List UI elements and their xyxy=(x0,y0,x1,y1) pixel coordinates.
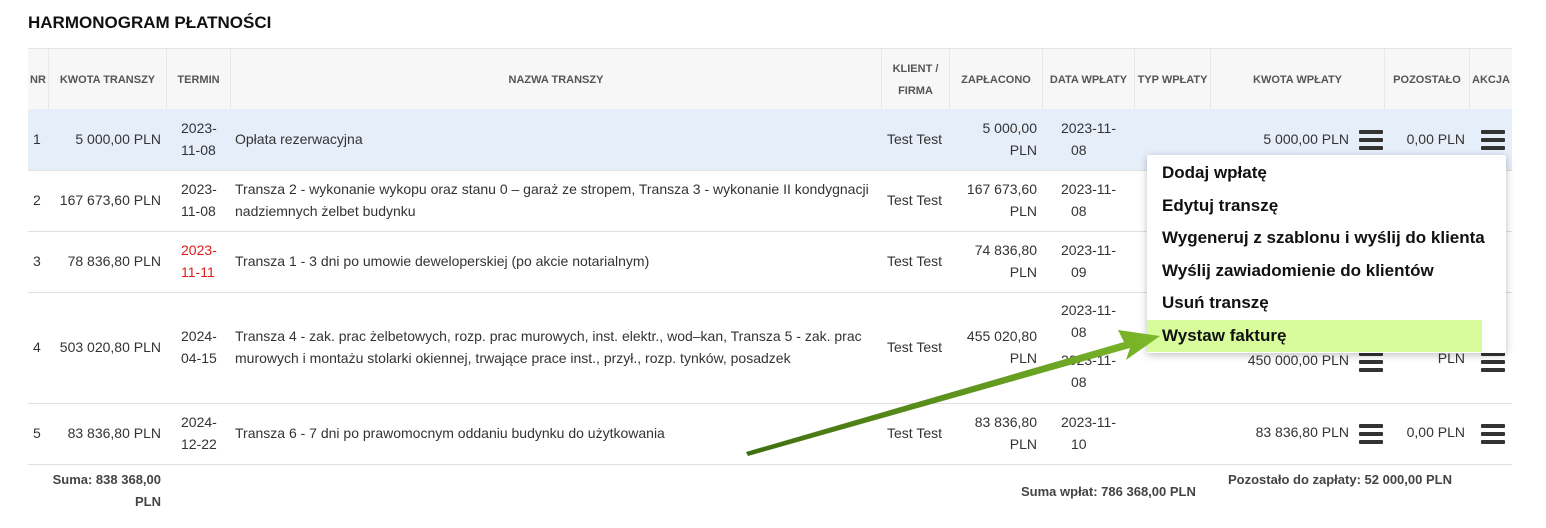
col-pozostalo[interactable]: POZOSTAŁO xyxy=(1385,49,1470,110)
row-nazwa: Transza 6 - 7 dni po prawomocnym oddaniu… xyxy=(235,425,665,441)
row-zaplacono-amount: 167 673,60 xyxy=(966,181,1037,197)
col-kwota-wplaty[interactable]: KWOTA WPŁATY xyxy=(1211,49,1385,110)
row-zaplacono-currency: PLN xyxy=(1009,142,1037,158)
row-kwota-wplaty: 83 836,80 PLN xyxy=(1255,424,1349,440)
row-data2-line2: 08 xyxy=(1071,374,1087,390)
row-termin-line1: 2024- xyxy=(181,328,217,344)
payment-menu-icon[interactable] xyxy=(1359,424,1383,444)
row-klient: Test Test xyxy=(887,339,942,355)
page-title: HARMONOGRAM PŁATNOŚCI xyxy=(28,13,272,32)
col-klient-line1: KLIENT / xyxy=(892,62,939,75)
row-zaplacono-currency: PLN xyxy=(1009,350,1037,366)
menu-item-wystaw-fakture[interactable]: Wystaw fakturę xyxy=(1147,320,1482,352)
row-termin-line2: 04-15 xyxy=(181,350,217,366)
row-kwota: 5 000,00 PLN xyxy=(75,131,161,147)
row-nazwa: Transza 1 - 3 dni po umowie deweloperski… xyxy=(235,253,650,269)
row-kwota: 83 836,80 PLN xyxy=(67,425,161,441)
row-kwota-wplaty: 5 000,00 PLN xyxy=(1263,131,1349,147)
row-termin-overdue-line1: 2023- xyxy=(181,242,217,258)
payment-menu-icon[interactable] xyxy=(1359,130,1383,150)
col-klient[interactable]: KLIENT / FIRMA xyxy=(882,49,950,110)
action-menu-icon[interactable] xyxy=(1481,424,1505,444)
row-nr: 2 xyxy=(33,192,41,208)
menu-item-wygeneruj-z-szablonu[interactable]: Wygeneruj z szablonu i wyślij do klienta xyxy=(1162,228,1485,248)
row-zaplacono-amount: 74 836,80 xyxy=(974,242,1037,258)
col-data-wplaty[interactable]: DATA WPŁATY xyxy=(1043,49,1135,110)
col-akcja: AKCJA xyxy=(1472,73,1510,86)
row-data-line1: 2023-11- xyxy=(1061,302,1117,318)
col-zaplacono[interactable]: ZAPŁACONO xyxy=(950,49,1043,110)
row-nr: 5 xyxy=(33,425,41,441)
row-nazwa: Opłata rezerwacyjna xyxy=(235,131,363,147)
row-zaplacono-amount: 5 000,00 xyxy=(982,120,1038,136)
footer-suma-wplat: Suma wpłat: 786 368,00 PLN xyxy=(1021,484,1196,499)
row-data-line1: 2023-11- xyxy=(1061,181,1117,197)
table-header: NR KWOTA TRANSZY TERMIN NAZWA TRANSZY KL… xyxy=(28,48,1512,111)
row-nr: 4 xyxy=(33,339,41,355)
row-termin-line2: 11-08 xyxy=(181,203,216,219)
row-data-line2: 10 xyxy=(1071,436,1087,452)
col-nazwa-transzy[interactable]: NAZWA TRANSZY xyxy=(231,49,882,110)
row-data-line2: 08 xyxy=(1071,142,1087,158)
row-pozostalo: 0,00 PLN xyxy=(1406,131,1465,147)
payment-menu-icon[interactable] xyxy=(1359,352,1383,372)
action-dropdown-menu: Dodaj wpłatę Edytuj transzę Wygeneruj z … xyxy=(1147,155,1506,353)
row-kwota: 78 836,80 PLN xyxy=(67,253,161,269)
row-klient: Test Test xyxy=(887,425,942,441)
row-data-line1: 2023-11- xyxy=(1061,120,1117,136)
row-zaplacono-currency: PLN xyxy=(1009,203,1037,219)
row-termin-line2: 11-08 xyxy=(181,142,216,158)
row-klient: Test Test xyxy=(887,253,942,269)
row-nazwa-line1: Transza 4 - zak. prac żelbetowych, rozp.… xyxy=(235,328,862,344)
row-termin-overdue-line2: 11-11 xyxy=(181,264,215,280)
row-klient: Test Test xyxy=(887,131,942,147)
row-data-line2: 08 xyxy=(1071,324,1087,340)
row-termin-line1: 2023- xyxy=(181,181,217,197)
row-zaplacono-currency: PLN xyxy=(1009,264,1037,280)
col-klient-line2: FIRMA xyxy=(898,84,933,97)
row-zaplacono-amount: 83 836,80 xyxy=(974,414,1037,430)
footer-pozostalo: Pozostało do zapłaty: 52 000,00 PLN xyxy=(1228,472,1452,487)
action-menu-icon[interactable] xyxy=(1481,130,1505,150)
row-data2-line1: 2023-11- xyxy=(1061,352,1117,368)
col-kwota-transzy[interactable]: KWOTA TRANSZY xyxy=(49,49,167,110)
col-termin[interactable]: TERMIN xyxy=(167,49,231,110)
row-zaplacono-amount: 455 020,80 xyxy=(966,328,1037,344)
footer-suma-line2: PLN xyxy=(135,494,161,509)
row-nazwa-line2: nadziemnych żelbet budynku xyxy=(235,203,416,219)
footer-suma-line1: Suma: 838 368,00 xyxy=(52,472,161,487)
row-data-line1: 2023-11- xyxy=(1061,242,1117,258)
row-nazwa-line1: Transza 2 - wykonanie wykopu oraz stanu … xyxy=(235,181,869,197)
row-pozostalo: 0,00 PLN xyxy=(1406,424,1465,440)
row-kwota: 503 020,80 PLN xyxy=(59,339,161,355)
col-nr[interactable]: NR xyxy=(28,49,49,110)
row-nr: 1 xyxy=(33,131,41,147)
row-termin-line1: 2023- xyxy=(181,120,217,136)
row-nr: 3 xyxy=(33,253,41,269)
row-data-line1: 2023-11- xyxy=(1061,414,1117,430)
menu-item-dodaj-wplate[interactable]: Dodaj wpłatę xyxy=(1162,163,1267,183)
row-termin-line1: 2024- xyxy=(181,414,217,430)
row-klient: Test Test xyxy=(887,192,942,208)
col-typ-wplaty[interactable]: TYP WPŁATY xyxy=(1135,49,1211,110)
row-kwota: 167 673,60 PLN xyxy=(59,192,161,208)
menu-item-edytuj-transze[interactable]: Edytuj transzę xyxy=(1162,196,1278,216)
menu-item-usun-transze[interactable]: Usuń transzę xyxy=(1162,293,1269,313)
action-menu-icon[interactable] xyxy=(1481,352,1505,372)
row-termin-line2: 12-22 xyxy=(181,436,217,452)
row-data-line2: 08 xyxy=(1071,203,1087,219)
table-row[interactable]: 5 83 836,80 PLN 2024- 12-22 Transza 6 - … xyxy=(28,403,1512,465)
menu-item-wyslij-zawiadomienie[interactable]: Wyślij zawiadomienie do klientów xyxy=(1162,261,1434,281)
row-data-line2: 09 xyxy=(1071,264,1087,280)
row-zaplacono-currency: PLN xyxy=(1009,436,1037,452)
row-nazwa-line2: murowych i montażu stolarki okiennej, tr… xyxy=(235,350,791,366)
